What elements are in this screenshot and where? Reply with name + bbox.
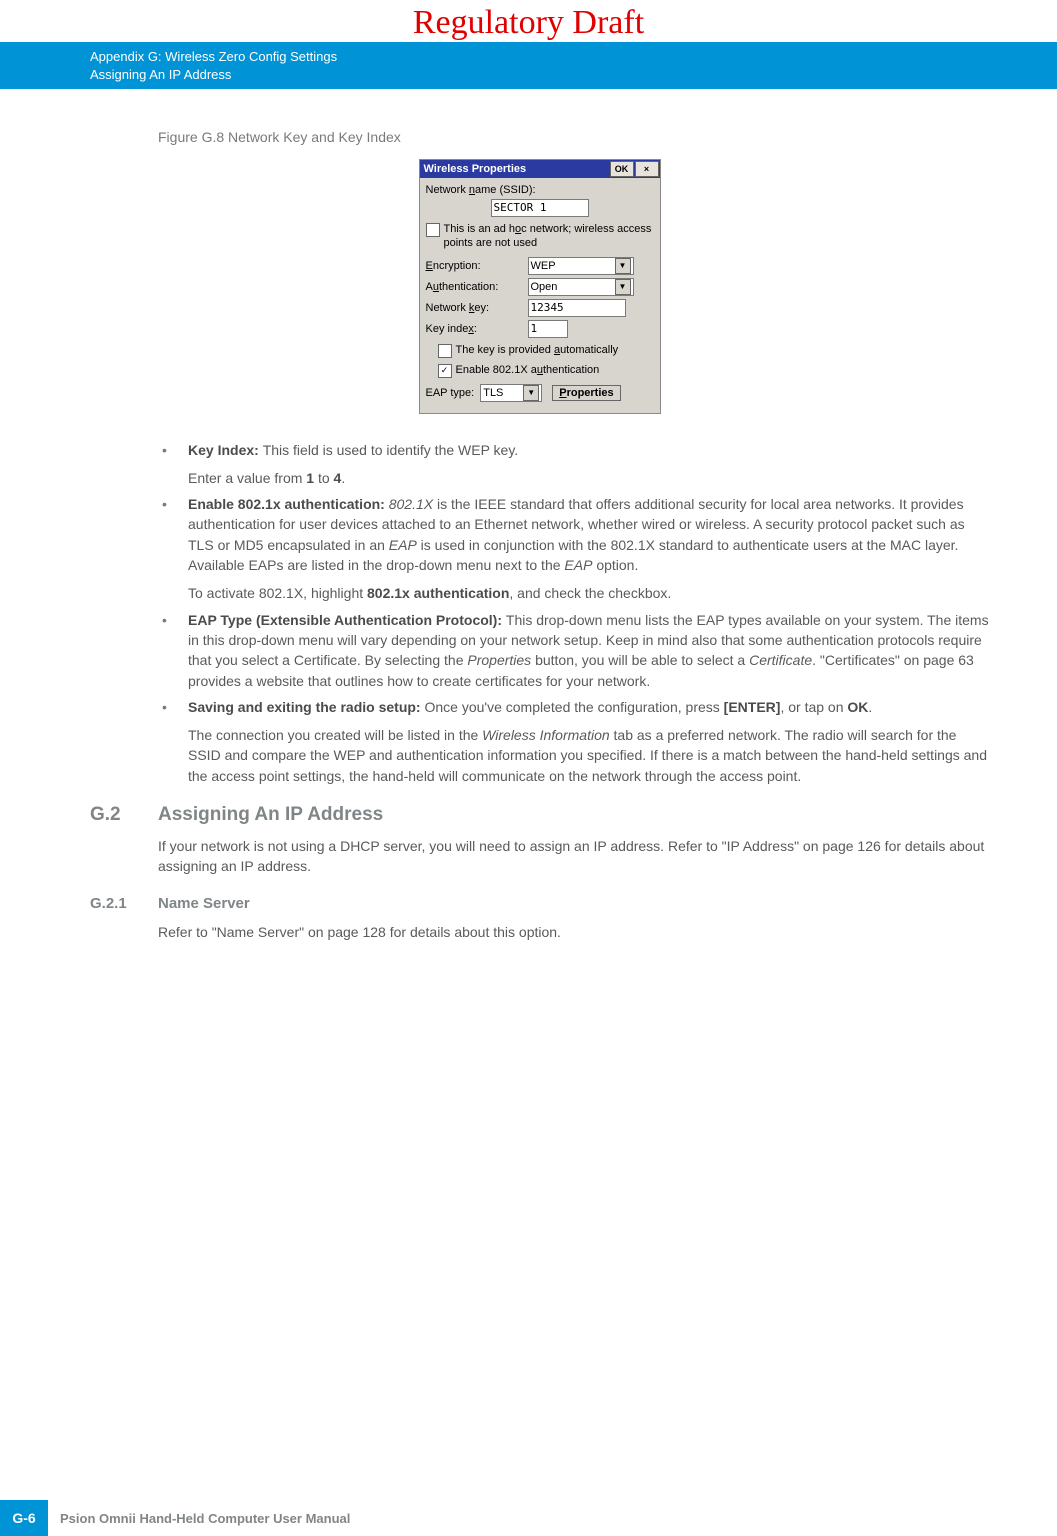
- enable-8021x-checkbox[interactable]: ✓: [438, 364, 452, 378]
- e8021x-pre: Enable 802.1X a: [456, 364, 537, 376]
- bullet1-lead: Key Index:: [188, 442, 263, 458]
- section-g21-number: G.2.1: [90, 895, 158, 912]
- dialog-titlebar: Wireless Properties OK ×: [420, 160, 660, 178]
- bullet1-follow-pre: Enter a value from: [188, 470, 306, 486]
- bullet2-lead: Enable 802.1x authentication:: [188, 496, 389, 512]
- auth-pre: A: [426, 281, 433, 293]
- bullet1-follow-post: .: [341, 470, 345, 486]
- ssid-label-post: ame (SSID):: [475, 184, 536, 196]
- bullet2-follow-post: , and check the checkbox.: [509, 585, 671, 601]
- chevron-down-icon: ▼: [615, 279, 631, 295]
- network-key-label: Network key:: [426, 302, 522, 314]
- ssid-label-pre: Network: [426, 184, 469, 196]
- eap-type-label: EAP type:: [426, 387, 475, 399]
- encryption-label: Encryption:: [426, 260, 522, 272]
- bullet3-lead: EAP Type (Extensible Authentication Prot…: [188, 612, 506, 628]
- bullet4-text3: .: [868, 699, 872, 715]
- adhoc-pre: This is an ad h: [444, 223, 516, 235]
- manual-title: Psion Omnii Hand-Held Computer User Manu…: [48, 1500, 1057, 1536]
- bullet2-text3: option.: [592, 557, 638, 573]
- ssid-label: Network name (SSID):: [426, 184, 654, 196]
- section-g2-body: If your network is not using a DHCP serv…: [158, 836, 989, 877]
- bullet2-follow: To activate 802.1X, highlight 802.1x aut…: [188, 583, 989, 603]
- dialog-title: Wireless Properties: [424, 163, 527, 175]
- kidx-pre: Key inde: [426, 323, 469, 335]
- key-index-label: Key index:: [426, 323, 522, 335]
- properties-button[interactable]: Properties: [552, 385, 620, 401]
- authentication-value: Open: [531, 281, 558, 293]
- bullet4-follow: The connection you created will be liste…: [188, 725, 989, 786]
- bullet3-text2: button, you will be able to select a: [531, 652, 749, 668]
- close-button[interactable]: ×: [635, 161, 659, 177]
- eap-type-value: TLS: [483, 387, 503, 399]
- bullet4-lead: Saving and exiting the radio setup:: [188, 699, 424, 715]
- bullet-saving-exiting: Saving and exiting the radio setup: Once…: [158, 697, 989, 786]
- auto-key-checkbox[interactable]: [438, 344, 452, 358]
- chevron-down-icon: ▼: [523, 385, 539, 401]
- bullet2-i3: EAP: [564, 557, 592, 573]
- bullet2-follow-pre: To activate 802.1X, highlight: [188, 585, 367, 601]
- bullet1-text: This field is used to identify the WEP k…: [263, 442, 519, 458]
- auto-pre: The key is provided: [456, 344, 554, 356]
- bullet4-bold2: OK: [847, 699, 868, 715]
- bullet4-bold1: [ENTER]: [724, 699, 781, 715]
- header-bar: Appendix G: Wireless Zero Config Setting…: [0, 42, 1057, 89]
- kidx-post: :: [474, 323, 477, 335]
- ok-button[interactable]: OK: [610, 161, 634, 177]
- figure-caption: Figure G.8 Network Key and Key Index: [158, 129, 989, 145]
- bullet-eap-type: EAP Type (Extensible Authentication Prot…: [158, 610, 989, 691]
- authentication-select[interactable]: Open ▼: [528, 278, 634, 296]
- bullet4-text1: Once you've completed the configuration,…: [424, 699, 723, 715]
- bullet4-follow-pre: The connection you created will be liste…: [188, 727, 482, 743]
- prop-u: P: [559, 387, 566, 399]
- regulatory-draft-heading: Regulatory Draft: [0, 0, 1057, 42]
- bullet-key-index: Key Index: This field is used to identif…: [158, 440, 989, 489]
- nkey-post: ey:: [474, 302, 489, 314]
- wireless-properties-dialog: Wireless Properties OK × Network name (S…: [419, 159, 661, 414]
- bullet3-i2: Certificate: [749, 652, 812, 668]
- header-line2: Assigning An IP Address: [90, 66, 1057, 84]
- eap-type-select[interactable]: TLS ▼: [480, 384, 542, 402]
- chevron-down-icon: ▼: [615, 258, 631, 274]
- bullet3-i1: Properties: [467, 652, 531, 668]
- bullet2-i1: 802.1X: [389, 496, 433, 512]
- ssid-input[interactable]: SECTOR 1: [491, 199, 589, 217]
- enc-post: ncryption:: [433, 260, 481, 272]
- section-g21-title: Name Server: [158, 895, 250, 912]
- key-index-input[interactable]: 1: [528, 320, 568, 338]
- page-number: G-6: [0, 1500, 48, 1536]
- enable-8021x-label: Enable 802.1X authentication: [456, 364, 600, 378]
- auto-key-label: The key is provided automatically: [456, 344, 619, 358]
- bullet4-text2: , or tap on: [780, 699, 847, 715]
- page-footer: G-6 Psion Omnii Hand-Held Computer User …: [0, 1500, 1057, 1536]
- auto-post: utomatically: [560, 344, 618, 356]
- bullet-enable-8021x: Enable 802.1x authentication: 802.1X is …: [158, 494, 989, 603]
- auth-post: thentication:: [439, 281, 498, 293]
- section-g2-title: Assigning An IP Address: [158, 804, 383, 826]
- nkey-pre: Network: [426, 302, 469, 314]
- bullet2-follow-bold: 802.1x authentication: [367, 585, 509, 601]
- bullet2-i2: EAP: [389, 537, 417, 553]
- adhoc-label: This is an ad hoc network; wireless acce…: [444, 223, 654, 251]
- encryption-value: WEP: [531, 260, 556, 272]
- authentication-label: Authentication:: [426, 281, 522, 293]
- network-key-input[interactable]: 12345: [528, 299, 626, 317]
- bullet1-follow: Enter a value from 1 to 4.: [188, 468, 989, 488]
- enc-u: E: [426, 260, 433, 272]
- encryption-select[interactable]: WEP ▼: [528, 257, 634, 275]
- prop-post: roperties: [567, 387, 614, 399]
- section-g2-number: G.2: [90, 804, 158, 826]
- header-line1: Appendix G: Wireless Zero Config Setting…: [90, 48, 1057, 66]
- adhoc-checkbox[interactable]: [426, 223, 440, 237]
- bullet4-follow-i: Wireless Information: [482, 727, 609, 743]
- bullet1-follow-1: 1: [306, 470, 314, 486]
- e8021x-post: thentication: [543, 364, 599, 376]
- section-g2-header: G.2 Assigning An IP Address: [90, 804, 989, 826]
- bullet1-follow-mid: to: [314, 470, 333, 486]
- section-g21-header: G.2.1 Name Server: [90, 895, 989, 912]
- section-g21-body: Refer to "Name Server" on page 128 for d…: [158, 922, 989, 942]
